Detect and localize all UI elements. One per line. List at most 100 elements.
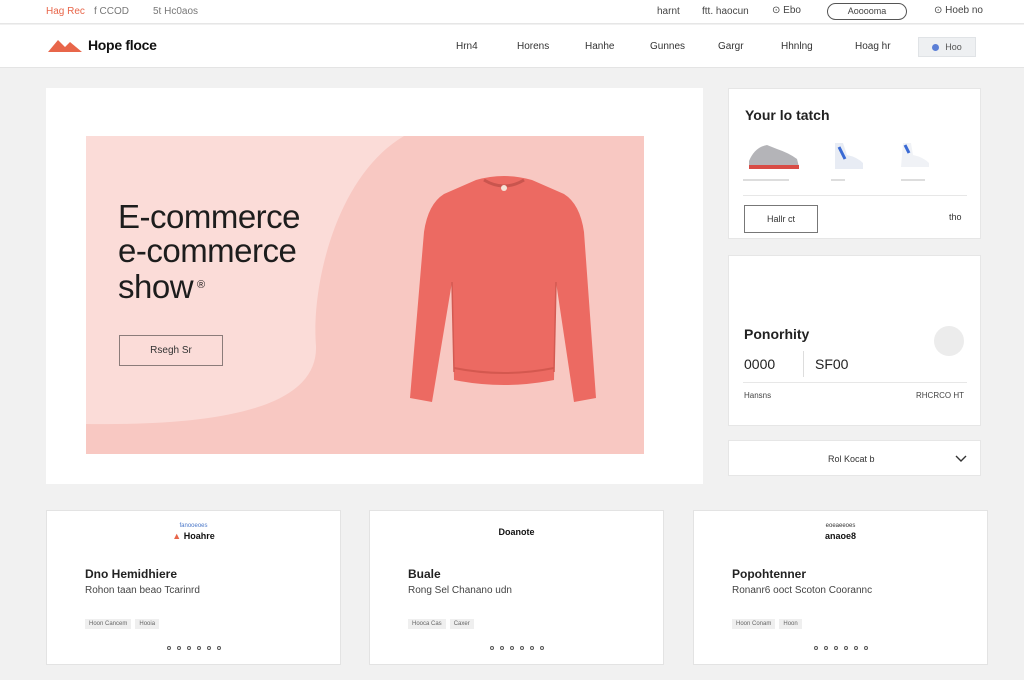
product-tag: Hooia (135, 619, 160, 629)
product-brand: eoeaeeoes anaoe8 (694, 523, 987, 541)
promo-text[interactable]: Hag Rec (46, 6, 85, 17)
carousel-dot[interactable] (539, 646, 544, 650)
nav-item[interactable]: Hrn4 (456, 41, 478, 52)
chevron-down-icon (955, 455, 967, 462)
product-brand-tagline: eoeaeeoes (825, 523, 856, 529)
carousel-dot[interactable] (843, 646, 848, 650)
carousel-dot[interactable] (853, 646, 858, 650)
carousel-dot[interactable] (813, 646, 818, 650)
carousel-dot[interactable] (186, 646, 191, 650)
nav-item[interactable]: Hhnlng (781, 41, 813, 52)
carousel-dots (47, 646, 340, 650)
product-brand-tagline: fanooeoes (179, 523, 208, 529)
watchlist-button[interactable]: Hallr ct (744, 205, 818, 233)
account-pill-button[interactable]: Aooooma (827, 3, 907, 20)
language-label: Ebo (783, 5, 801, 16)
product-tags: Hoon Conam Hoon (732, 619, 802, 629)
nav-item[interactable]: Horens (517, 41, 549, 52)
product-tag: Hoon Conam (732, 619, 776, 629)
nav-item[interactable]: Hoag hr (855, 41, 891, 52)
priority-value: SF00 (815, 356, 849, 372)
carousel-dot[interactable] (176, 646, 181, 650)
product-card[interactable]: eoeaeeoes anaoe8 Popohtenner Ronanr6 ooc… (693, 510, 988, 665)
carousel-dot[interactable] (509, 646, 514, 650)
hero-title-line: E-commerce (118, 198, 301, 235)
hero-cta-button[interactable]: Rsegh Sr (119, 335, 223, 366)
hero-card: E-commerce e-commerce show ® Rsegh Sr (46, 88, 703, 484)
nav-item[interactable]: Hanhe (585, 41, 614, 52)
product-name: Popohtenner (732, 567, 806, 581)
product-tag: Hooca Cas (408, 619, 446, 629)
product-brand: fanooeoes ▲ Hoahre (47, 523, 340, 541)
carousel-dot[interactable] (823, 646, 828, 650)
brand-logo[interactable]: Hope floce (48, 37, 157, 53)
product-tag: Hoon Cancem (85, 619, 132, 629)
login-link[interactable]: ⊙ Hoeb no (934, 5, 983, 16)
shoe-thumbnail-icon[interactable] (895, 139, 935, 171)
carousel-dots (370, 646, 663, 650)
divider (743, 195, 967, 196)
priority-footer-link[interactable]: Hansns (744, 391, 771, 400)
product-brand-name: Hoahre (183, 531, 215, 541)
watchlist-side-link[interactable]: tho (949, 212, 962, 222)
hero-banner: E-commerce e-commerce show ® Rsegh Sr (86, 136, 644, 454)
priority-card: Ponorhity 0000 SF00 Hansns RHCRCO HT (728, 255, 981, 426)
brand-mark-icon: ▲ (172, 531, 182, 541)
logo-mark-icon (48, 40, 82, 52)
carousel-dot[interactable] (196, 646, 201, 650)
dropdown-label: Rol Kocat b (828, 454, 875, 464)
product-tag: Hoon (779, 619, 802, 629)
registered-mark: ® (197, 279, 205, 291)
utility-bar: Hag Rec f CCOD 5t Hc0aos harnt ftt. haoc… (0, 0, 1024, 24)
carousel-dot[interactable] (863, 646, 868, 650)
hero-title-line: show (118, 268, 194, 305)
product-name: Dno Hemidhiere (85, 567, 178, 581)
promo-text-tertiary: 5t Hc0aos (153, 6, 199, 17)
watchlist-title: Your lo tatch (745, 107, 830, 123)
carousel-dot[interactable] (206, 646, 211, 650)
priority-badge-icon (934, 326, 964, 356)
filter-dropdown[interactable]: Rol Kocat b (728, 440, 981, 476)
hero-title-line: e-commerce (118, 232, 297, 269)
product-brand-name: anaoe8 (824, 531, 857, 541)
utility-link[interactable]: ftt. haocun (702, 6, 749, 17)
product-description: Rohon taan beao Tcarinrd (85, 585, 200, 596)
product-tags: Hoon Cancem Hooia (85, 619, 160, 629)
product-name: Buale (408, 567, 441, 581)
utility-link[interactable]: harnt (657, 6, 680, 17)
product-description: Ronanr6 ooct Scoton Coorannc (732, 585, 873, 596)
thumbnail-caption (743, 179, 789, 181)
carousel-dot[interactable] (529, 646, 534, 650)
thumbnail-caption (831, 179, 845, 181)
product-card[interactable]: fanooeoes ▲ Hoahre Dno Hemidhiere Rohon … (46, 510, 341, 665)
carousel-dot[interactable] (489, 646, 494, 650)
divider (803, 351, 804, 377)
priority-value: 0000 (744, 356, 776, 372)
carousel-dot[interactable] (499, 646, 504, 650)
search-icon (932, 43, 940, 51)
promo-text-secondary: f CCOD (94, 6, 129, 17)
globe-icon: ⊙ (772, 5, 781, 16)
language-selector[interactable]: ⊙ Ebo (772, 5, 801, 16)
nav-item[interactable]: Gargr (718, 41, 744, 52)
sweater-product-image (410, 176, 596, 402)
carousel-dot[interactable] (519, 646, 524, 650)
divider (743, 382, 967, 383)
search-button[interactable]: Hoo (918, 37, 976, 57)
product-brand-name: Doanote (498, 527, 535, 537)
product-tag: Caxer (449, 619, 474, 629)
account-pill-label: Aooooma (847, 6, 887, 16)
product-description: Rong Sel Chanano udn (408, 585, 512, 596)
shoe-thumbnail-icon[interactable] (829, 139, 869, 171)
product-card[interactable]: Doanote Buale Rong Sel Chanano udn Hooca… (369, 510, 664, 665)
carousel-dot[interactable] (166, 646, 171, 650)
carousel-dot[interactable] (833, 646, 838, 650)
user-icon: ⊙ (934, 5, 943, 16)
hero-title: E-commerce e-commerce show ® (118, 198, 301, 305)
priority-title: Ponorhity (744, 326, 810, 342)
main-navigation: Hope floce Hrn4 Horens Hanhe Gunnes Garg… (0, 25, 1024, 68)
carousel-dot[interactable] (216, 646, 221, 650)
shoe-thumbnail-icon[interactable] (745, 139, 801, 171)
priority-footer-link[interactable]: RHCRCO HT (916, 391, 964, 400)
nav-item[interactable]: Gunnes (650, 41, 685, 52)
